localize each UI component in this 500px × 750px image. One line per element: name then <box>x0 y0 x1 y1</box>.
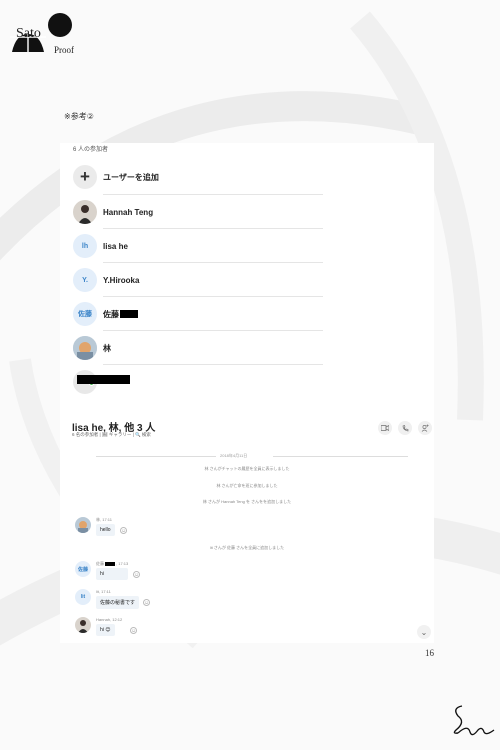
avatar: Y. <box>73 268 97 292</box>
participant-name: Hannah Teng <box>103 207 154 217</box>
participant-row[interactable]: Y. Y.Hirooka <box>73 263 323 297</box>
participant-row[interactable] <box>73 365 323 399</box>
avatar <box>73 336 97 360</box>
divider <box>273 456 408 457</box>
message-sender: lit, 17:11 <box>96 589 111 594</box>
chat-subtitle[interactable]: 6 名の参加者 | 🖼 ギャラリー | 🔍 検索 <box>72 432 151 438</box>
emoji-reaction-icon[interactable]: ☺ <box>130 627 137 634</box>
system-message: 林 さんがチャットの履歴を全員に表示しました <box>204 466 290 471</box>
avatar <box>73 200 97 224</box>
avatar <box>75 517 91 533</box>
message-sender: 佐藤, 17:13 <box>96 561 129 566</box>
add-user-label: ユーザーを追加 <box>103 172 159 182</box>
avatar: 佐藤 <box>75 561 91 577</box>
message-bubble[interactable]: hi 😊 <box>96 624 115 636</box>
message-bubble[interactable]: hello <box>96 524 115 536</box>
system-message: 林 さんが Hannah Teng を さんをを追加しました <box>202 499 292 504</box>
message-sender: Hannah, 12:12 <box>96 617 123 622</box>
avatar: 佐藤 <box>73 302 97 326</box>
participants-title: 6 人の参加者 <box>73 147 109 153</box>
participant-name: lisa he <box>103 241 128 251</box>
chat-screenshot-panel: 6 人の参加者 + ユーザーを追加 Hannah Teng lh lisa he… <box>60 143 434 643</box>
handwritten-signature <box>453 705 495 736</box>
emoji-reaction-icon[interactable]: ☺ <box>143 599 150 606</box>
participant-row[interactable]: lh lisa he <box>73 229 323 263</box>
add-person-icon[interactable] <box>418 421 432 435</box>
redaction-bar <box>77 375 130 384</box>
participant-name: Y.Hirooka <box>103 275 140 285</box>
person-photo-icon <box>73 336 97 360</box>
message-sender: 林, 17:11 <box>96 517 112 522</box>
video-call-icon[interactable] <box>378 421 392 435</box>
participant-row[interactable]: 林 <box>73 331 323 365</box>
page-number: 16 <box>425 648 434 658</box>
plus-icon: + <box>73 165 97 189</box>
participant-name: 林 <box>103 343 111 353</box>
sato-proof-logo: Sato Proof <box>10 12 82 55</box>
phone-icon[interactable] <box>398 421 412 435</box>
reference-note: ※参考② <box>64 112 94 121</box>
person-photo-icon <box>78 205 92 224</box>
participant-name: 佐藤 <box>103 309 119 319</box>
logo-subtext: Proof <box>54 45 74 55</box>
add-user-row[interactable]: + ユーザーを追加 <box>73 160 323 194</box>
date-separator: 2018年4月11日 <box>220 453 248 458</box>
avatar <box>75 617 91 633</box>
redaction-bar <box>120 310 138 318</box>
emoji-reaction-icon[interactable]: ☺ <box>133 571 140 578</box>
avatar: lit <box>75 589 91 605</box>
chevron-down-icon[interactable]: ⌄ <box>417 625 431 639</box>
message-bubble[interactable]: hi <box>96 568 128 580</box>
message-bubble[interactable]: 佐藤の秘書です <box>96 596 140 609</box>
system-message: lit さんが 佐藤 さんを全員に追加しました <box>209 545 285 550</box>
system-message: 林 さんが亡命を班に参加しました <box>216 483 278 488</box>
emoji-reaction-icon[interactable]: ☺ <box>120 527 127 534</box>
divider <box>96 456 216 457</box>
logo-text: Sato <box>16 26 41 41</box>
participant-row[interactable]: Hannah Teng <box>73 195 323 229</box>
avatar: lh <box>73 234 97 258</box>
participant-row[interactable]: 佐藤 佐藤 <box>73 297 323 331</box>
